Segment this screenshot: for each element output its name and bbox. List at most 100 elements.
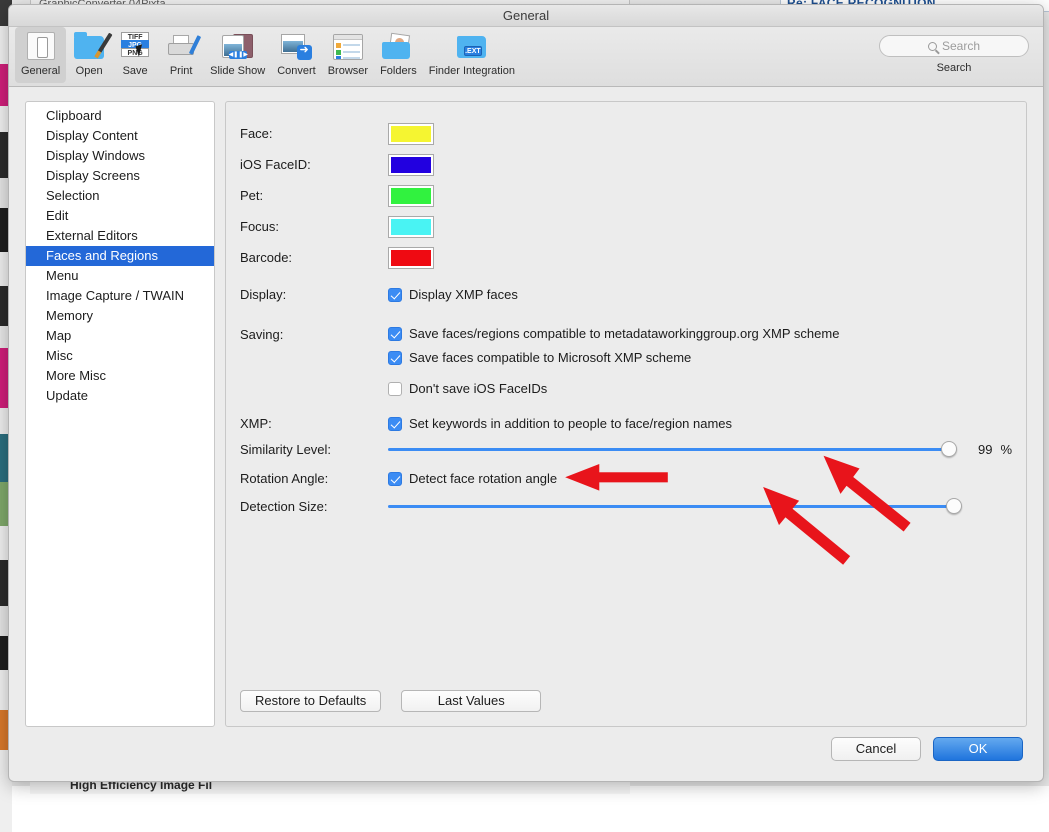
sidebar-item-image-capture-twain[interactable]: Image Capture / TWAIN <box>26 286 214 306</box>
dialog-footer: Cancel OK <box>9 725 1043 781</box>
color-label-pet: Pet: <box>240 188 388 203</box>
saving-label: Saving: <box>240 326 388 342</box>
color-well-pet[interactable] <box>388 185 434 207</box>
sidebar-item-selection[interactable]: Selection <box>26 186 214 206</box>
color-label-ios-faceid: iOS FaceID: <box>240 157 388 172</box>
checkbox-save-mwg-scheme[interactable]: Save faces/regions compatible to metadat… <box>388 326 839 341</box>
toolbar-item-browser[interactable]: Browser <box>322 27 374 83</box>
color-well-focus[interactable] <box>388 216 434 238</box>
detection-size-label: Detection Size: <box>240 499 388 514</box>
color-well-barcode[interactable] <box>388 247 434 269</box>
open-folder-brush-icon <box>72 30 106 62</box>
toolbar: General Open TIFF JPG PNG Save <box>9 27 1043 87</box>
rotation-label: Rotation Angle: <box>240 471 388 486</box>
toolbar-item-label: Save <box>123 65 148 77</box>
similarity-slider[interactable] <box>388 448 954 451</box>
color-well-ios-faceid[interactable] <box>388 154 434 176</box>
color-row-face: Face: <box>240 118 1012 149</box>
checkbox-dont-save-ios-faceids[interactable]: Don't save iOS FaceIDs <box>388 381 839 396</box>
sidebar-item-menu[interactable]: Menu <box>26 266 214 286</box>
browser-icon <box>331 30 365 62</box>
rotation-row: Rotation Angle: Detect face rotation ang… <box>240 471 1012 486</box>
checkbox-box <box>388 417 402 431</box>
color-label-face: Face: <box>240 126 388 141</box>
similarity-label: Similarity Level: <box>240 442 388 457</box>
preferences-dialog: General General Open TIFF JPG PNG <box>8 4 1044 782</box>
toolbar-item-open[interactable]: Open <box>66 27 112 83</box>
display-row: Display: Display XMP faces <box>240 287 1012 302</box>
toolbar-item-print[interactable]: Print <box>158 27 204 83</box>
color-row-pet: Pet: <box>240 180 1012 211</box>
display-label: Display: <box>240 287 388 302</box>
settings-panel: Face: iOS FaceID: Pet: Focus: <box>225 101 1027 727</box>
sidebar-item-memory[interactable]: Memory <box>26 306 214 326</box>
checkbox-box <box>388 327 402 341</box>
color-row-ios-faceid: iOS FaceID: <box>240 149 1012 180</box>
checkbox-set-keywords[interactable]: Set keywords in addition to people to fa… <box>388 416 732 431</box>
dialog-title-bar: General <box>9 5 1043 27</box>
finder-ext-label: .EXT <box>464 46 482 56</box>
last-values-button[interactable]: Last Values <box>401 690 541 712</box>
similarity-unit: % <box>1000 442 1012 457</box>
color-label-barcode: Barcode: <box>240 250 388 265</box>
dialog-body: Clipboard Display Content Display Window… <box>9 87 1043 747</box>
color-well-face[interactable] <box>388 123 434 145</box>
panel-action-buttons: Restore to Defaults Last Values <box>240 690 541 712</box>
checkbox-box <box>388 351 402 365</box>
sidebar-item-display-screens[interactable]: Display Screens <box>26 166 214 186</box>
sidebar-item-more-misc[interactable]: More Misc <box>26 366 214 386</box>
checkbox-label: Detect face rotation angle <box>409 471 557 486</box>
sidebar-item-update[interactable]: Update <box>26 386 214 406</box>
search-input[interactable]: Search <box>879 35 1029 57</box>
annotation-arrow-similarity <box>824 457 907 528</box>
toolbar-item-save[interactable]: TIFF JPG PNG Save <box>112 27 158 83</box>
similarity-value: 99 <box>970 442 992 457</box>
save-formats-icon: TIFF JPG PNG <box>118 30 152 62</box>
slider-thumb[interactable] <box>941 441 957 457</box>
ok-button[interactable]: OK <box>933 737 1023 761</box>
checkbox-save-microsoft-scheme[interactable]: Save faces compatible to Microsoft XMP s… <box>388 350 839 365</box>
dialog-title: General <box>503 8 549 23</box>
sidebar-item-misc[interactable]: Misc <box>26 346 214 366</box>
checkbox-label: Display XMP faces <box>409 287 518 302</box>
toolbar-item-label: Slide Show <box>210 65 265 77</box>
toolbar-item-label: Folders <box>380 65 417 77</box>
sidebar-item-edit[interactable]: Edit <box>26 206 214 226</box>
sidebar-item-display-windows[interactable]: Display Windows <box>26 146 214 166</box>
slider-thumb[interactable] <box>946 498 962 514</box>
color-swatch-pet <box>391 188 431 204</box>
search-icon <box>928 42 937 51</box>
saving-row: Saving: Save faces/regions compatible to… <box>240 326 1012 396</box>
toolbar-item-finder-integration[interactable]: .EXT Finder Integration <box>423 27 521 83</box>
sidebar-item-faces-and-regions[interactable]: Faces and Regions <box>26 246 214 266</box>
cancel-button[interactable]: Cancel <box>831 737 921 761</box>
toolbar-item-slide-show[interactable]: ◀❚❚▶ Slide Show <box>204 27 271 83</box>
detection-size-row: Detection Size: % <box>240 499 1012 514</box>
sidebar-item-display-content[interactable]: Display Content <box>26 126 214 146</box>
search-area: Search Search <box>879 35 1029 74</box>
checkbox-display-xmp-faces[interactable]: Display XMP faces <box>388 287 518 302</box>
color-swatch-face <box>391 126 431 142</box>
toolbar-item-label: Browser <box>328 65 368 77</box>
checkbox-box <box>388 472 402 486</box>
checkbox-label: Save faces/regions compatible to metadat… <box>409 326 839 341</box>
sidebar-item-clipboard[interactable]: Clipboard <box>26 106 214 126</box>
search-placeholder: Search <box>942 39 980 53</box>
checkbox-detect-face-rotation[interactable]: Detect face rotation angle <box>388 471 557 486</box>
detection-size-slider[interactable] <box>388 505 954 508</box>
restore-to-defaults-button[interactable]: Restore to Defaults <box>240 690 381 712</box>
sidebar-item-map[interactable]: Map <box>26 326 214 346</box>
xmp-row: XMP: Set keywords in addition to people … <box>240 416 1012 431</box>
checkbox-label: Don't save iOS FaceIDs <box>409 381 547 396</box>
toolbar-item-label: Convert <box>277 65 316 77</box>
toolbar-item-convert[interactable]: Convert <box>271 27 322 83</box>
toolbar-item-general[interactable]: General <box>15 27 66 83</box>
sidebar-item-external-editors[interactable]: External Editors <box>26 226 214 246</box>
toolbar-item-folders[interactable]: Folders <box>374 27 423 83</box>
finder-integration-icon: .EXT <box>455 30 489 62</box>
checkbox-label: Save faces compatible to Microsoft XMP s… <box>409 350 691 365</box>
checkbox-box <box>388 288 402 302</box>
slideshow-icon: ◀❚❚▶ <box>221 30 255 62</box>
color-label-focus: Focus: <box>240 219 388 234</box>
toolbar-item-label: General <box>21 65 60 77</box>
